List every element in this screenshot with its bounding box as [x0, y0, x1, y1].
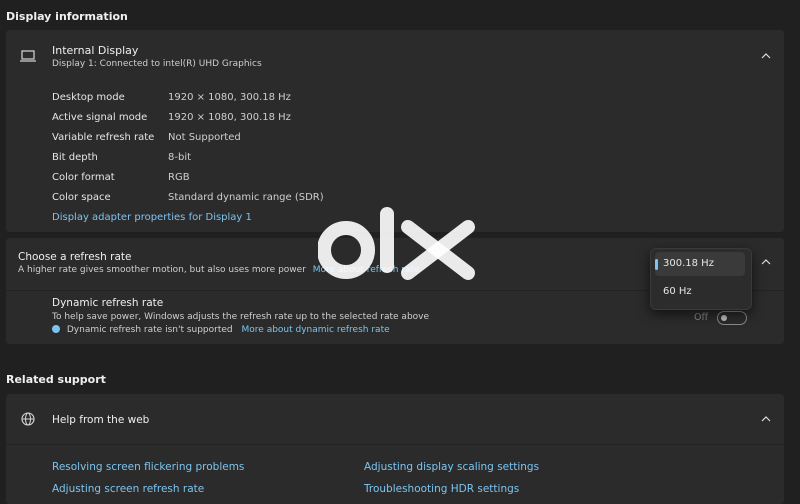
color-format-label: Color format: [52, 172, 115, 183]
help-link-refresh-rate[interactable]: Adjusting screen refresh rate: [52, 483, 204, 495]
bit-depth-label: Bit depth: [52, 152, 98, 163]
refresh-option-60hz[interactable]: 60 Hz: [655, 280, 745, 304]
refresh-rate-subtitle: A higher rate gives smoother motion, but…: [18, 265, 306, 275]
dynamic-refresh-unsupported-text: Dynamic refresh rate isn't supported: [66, 325, 233, 335]
related-support-heading: Related support: [6, 373, 106, 386]
toggle-knob: [721, 315, 727, 321]
display-information-heading: Display information: [6, 10, 128, 23]
help-link-display-scaling[interactable]: Adjusting display scaling settings: [364, 461, 539, 473]
dynamic-refresh-rate-subtitle: To help save power, Windows adjusts the …: [52, 312, 430, 322]
active-signal-mode-label: Active signal mode: [52, 112, 148, 123]
divider: [6, 444, 784, 445]
desktop-mode-label: Desktop mode: [52, 92, 125, 103]
chevron-up-icon[interactable]: [761, 51, 771, 61]
selection-indicator: [655, 259, 658, 270]
info-icon: [52, 325, 60, 333]
help-from-web-card: Help from the web Resolving screen flick…: [6, 394, 784, 504]
color-space-value: Standard dynamic range (SDR): [168, 192, 324, 203]
display-name: Internal Display: [52, 44, 139, 57]
globe-icon: [21, 412, 35, 429]
dynamic-refresh-toggle-state: Off: [694, 312, 709, 323]
chevron-up-icon[interactable]: [761, 414, 771, 424]
display-adapter-properties-link[interactable]: Display adapter properties for Display 1: [52, 212, 252, 223]
active-signal-mode-value: 1920 × 1080, 300.18 Hz: [168, 112, 291, 123]
internal-display-card: Internal Display Display 1: Connected to…: [6, 30, 784, 232]
olx-watermark: [317, 205, 488, 285]
help-from-web-label: Help from the web: [52, 414, 150, 426]
more-about-dynamic-refresh-link[interactable]: More about dynamic refresh rate: [242, 325, 390, 335]
desktop-mode-value: 1920 × 1080, 300.18 Hz: [168, 92, 291, 103]
chevron-up-icon[interactable]: [761, 257, 771, 267]
refresh-option-label: 60 Hz: [663, 286, 692, 297]
refresh-option-label: 300.18 Hz: [663, 258, 714, 269]
refresh-option-300hz[interactable]: 300.18 Hz: [655, 252, 745, 276]
color-space-label: Color space: [52, 192, 111, 203]
help-link-screen-flickering[interactable]: Resolving screen flickering problems: [52, 461, 244, 473]
variable-refresh-rate-label: Variable refresh rate: [52, 132, 155, 143]
variable-refresh-rate-value: Not Supported: [168, 132, 241, 143]
refresh-rate-dropdown[interactable]: 300.18 Hz 60 Hz: [650, 248, 752, 310]
display-subtitle: Display 1: Connected to intel(R) UHD Gra…: [52, 59, 262, 69]
refresh-rate-title: Choose a refresh rate: [18, 251, 132, 263]
dynamic-refresh-info-row: Dynamic refresh rate isn't supported Mor…: [52, 325, 390, 335]
internal-display-header[interactable]: Internal Display Display 1: Connected to…: [6, 30, 784, 80]
bit-depth-value: 8-bit: [168, 152, 192, 163]
help-from-web-header[interactable]: Help from the web: [6, 394, 784, 446]
dynamic-refresh-rate-title: Dynamic refresh rate: [52, 297, 164, 309]
help-link-hdr-settings[interactable]: Troubleshooting HDR settings: [364, 483, 519, 495]
laptop-icon: [20, 50, 36, 65]
color-format-value: RGB: [168, 172, 190, 183]
dynamic-refresh-toggle[interactable]: [717, 311, 747, 325]
